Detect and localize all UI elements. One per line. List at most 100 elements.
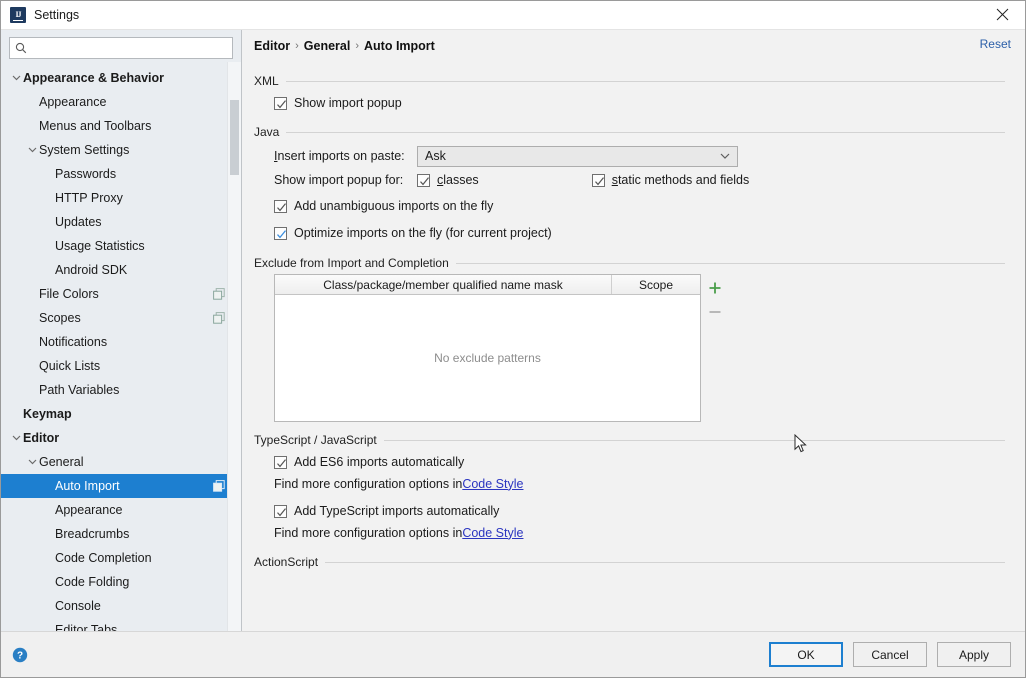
sidebar-item-quick-lists[interactable]: Quick Lists xyxy=(1,354,241,378)
settings-tree[interactable]: Appearance & Behavior Appearance Menus and… xyxy=(1,63,241,631)
checkmark-icon xyxy=(420,176,429,185)
row-add-es6-imports: Add ES6 imports automatically xyxy=(274,451,1005,473)
sidebar-item-updates[interactable]: Updates xyxy=(1,210,241,234)
breadcrumb-separator: › xyxy=(355,39,360,52)
intellij-idea-icon xyxy=(10,7,26,23)
label-show-import-popup[interactable]: Show import popup xyxy=(294,96,402,110)
copy-icon[interactable] xyxy=(213,480,225,495)
sidebar-item-menus-and-toolbars[interactable]: Menus and Toolbars xyxy=(1,114,241,138)
cancel-button[interactable]: Cancel xyxy=(853,642,927,667)
select-insert-imports-on-paste[interactable]: Ask xyxy=(417,145,738,167)
chevron-down-icon xyxy=(720,153,730,159)
sidebar-item-editor[interactable]: Editor xyxy=(1,426,241,450)
row-add-unambiguous-imports: Add unambiguous imports on the fly xyxy=(274,195,1005,217)
label-show-import-popup-for: Show import popup for: xyxy=(274,173,404,187)
label-insert-imports-on-paste: Insert imports on paste: xyxy=(274,149,405,163)
settings-content: Editor › General › Auto Import Reset XML xyxy=(242,30,1025,631)
sidebar-item-label: Usage Statistics xyxy=(55,239,145,253)
checkbox-classes[interactable] xyxy=(417,173,430,187)
sidebar-item-label: Android SDK xyxy=(55,263,128,277)
sidebar-item-label: Console xyxy=(55,599,101,613)
help-icon[interactable]: ? xyxy=(12,647,28,663)
search-box[interactable] xyxy=(9,37,233,59)
chevron-down-icon[interactable] xyxy=(9,426,23,450)
note-es6-code-style: Find more configuration options in Code … xyxy=(274,473,1005,494)
sidebar-item-android-sdk[interactable]: Android SDK xyxy=(1,258,241,282)
checkmark-icon xyxy=(277,99,286,108)
section-title-typescript: TypeScript / JavaScript xyxy=(254,433,377,447)
label-static-methods-and-fields[interactable]: static methods and fields xyxy=(612,173,750,187)
sidebar-item-path-variables[interactable]: Path Variables xyxy=(1,378,241,402)
note-typescript-code-style: Find more configuration options in Code … xyxy=(274,522,1005,543)
sidebar-item-label: Appearance xyxy=(39,95,107,109)
sidebar-item-keymap[interactable]: Keymap xyxy=(1,402,241,426)
section-header-typescript: TypeScript / JavaScript xyxy=(254,433,1005,447)
code-style-link[interactable]: Code Style xyxy=(462,477,523,491)
sidebar-item-notifications[interactable]: Notifications xyxy=(1,330,241,354)
checkbox-add-unambiguous-imports[interactable] xyxy=(274,199,287,213)
sidebar-item-console[interactable]: Console xyxy=(1,594,241,618)
section-title-actionscript: ActionScript xyxy=(254,555,319,569)
remove-icon[interactable] xyxy=(703,300,727,324)
sidebar-item-appearance[interactable]: Appearance xyxy=(1,90,241,114)
settings-sidebar: Appearance & Behavior Appearance Menus and… xyxy=(1,30,242,631)
sidebar-item-passwords[interactable]: Passwords xyxy=(1,162,241,186)
checkbox-static-methods-and-fields[interactable] xyxy=(591,173,605,187)
sidebar-item-editor-tabs[interactable]: Editor Tabs xyxy=(1,618,241,631)
chevron-down-icon[interactable] xyxy=(25,138,39,162)
row-insert-imports-on-paste: Insert imports on paste: Ask xyxy=(274,143,1005,169)
window-body: Appearance & Behavior Appearance Menus and… xyxy=(1,30,1025,631)
sidebar-item-code-completion[interactable]: Code Completion xyxy=(1,546,241,570)
label-optimize-imports[interactable]: Optimize imports on the fly (for current… xyxy=(294,226,552,240)
row-show-import-popup: Show import popup xyxy=(274,92,1005,114)
sidebar-scrollbar-thumb[interactable] xyxy=(230,100,239,175)
copy-icon[interactable] xyxy=(213,312,225,327)
checkbox-add-es6-imports[interactable] xyxy=(274,455,287,469)
sidebar-item-general[interactable]: General xyxy=(1,450,241,474)
exclude-table-body: No exclude patterns xyxy=(275,295,700,421)
label-add-es6-imports[interactable]: Add ES6 imports automatically xyxy=(294,455,464,469)
add-icon[interactable] xyxy=(703,276,727,300)
note-prefix: Find more configuration options in xyxy=(274,476,463,491)
breadcrumb-item-editor[interactable]: Editor xyxy=(254,39,290,53)
search-input[interactable] xyxy=(32,39,232,57)
sidebar-item-label: Menus and Toolbars xyxy=(39,119,152,133)
ok-button[interactable]: OK xyxy=(769,642,843,667)
chevron-down-icon[interactable] xyxy=(9,66,23,90)
checkbox-add-typescript-imports[interactable] xyxy=(274,504,287,518)
breadcrumb-item-general[interactable]: General xyxy=(304,39,351,53)
sidebar-item-label: File Colors xyxy=(39,287,99,301)
sidebar-item-appearance[interactable]: Appearance xyxy=(1,498,241,522)
select-value: Ask xyxy=(425,149,446,163)
chevron-down-icon[interactable] xyxy=(25,450,39,474)
sidebar-item-file-colors[interactable]: File Colors xyxy=(1,282,241,306)
sidebar-item-appearance-behavior[interactable]: Appearance & Behavior xyxy=(1,66,241,90)
sidebar-item-scopes[interactable]: Scopes xyxy=(1,306,241,330)
apply-button[interactable]: Apply xyxy=(937,642,1011,667)
sidebar-item-code-folding[interactable]: Code Folding xyxy=(1,570,241,594)
label-add-typescript-imports[interactable]: Add TypeScript imports automatically xyxy=(294,504,499,518)
sidebar-item-breadcrumbs[interactable]: Breadcrumbs xyxy=(1,522,241,546)
exclude-table[interactable]: Class/package/member qualified name mask… xyxy=(274,274,701,422)
column-header-name-mask[interactable]: Class/package/member qualified name mask xyxy=(275,275,612,294)
checkbox-show-import-popup[interactable] xyxy=(274,96,287,110)
sidebar-item-http-proxy[interactable]: HTTP Proxy xyxy=(1,186,241,210)
checkbox-group-static-methods: static methods and fields xyxy=(591,173,750,187)
sidebar-item-label: Path Variables xyxy=(39,383,120,397)
label-add-unambiguous-imports[interactable]: Add unambiguous imports on the fly xyxy=(294,199,493,213)
sidebar-item-system-settings[interactable]: System Settings xyxy=(1,138,241,162)
sidebar-item-usage-statistics[interactable]: Usage Statistics xyxy=(1,234,241,258)
section-title-exclude: Exclude from Import and Completion xyxy=(254,256,449,270)
sidebar-item-label: General xyxy=(39,455,84,469)
checkbox-optimize-imports[interactable] xyxy=(274,226,287,240)
settings-panel: XML Show import popup Java Insert import… xyxy=(242,61,1025,631)
sidebar-item-auto-import[interactable]: Auto Import xyxy=(1,474,241,498)
reset-link[interactable]: Reset xyxy=(980,37,1011,51)
close-icon[interactable] xyxy=(980,1,1025,28)
sidebar-scrollbar-track[interactable] xyxy=(227,62,241,631)
copy-icon[interactable] xyxy=(213,288,225,303)
label-classes[interactable]: classes xyxy=(437,173,479,187)
code-style-link[interactable]: Code Style xyxy=(462,526,523,540)
column-header-scope[interactable]: Scope xyxy=(612,275,700,294)
section-header-java: Java xyxy=(254,125,1005,139)
